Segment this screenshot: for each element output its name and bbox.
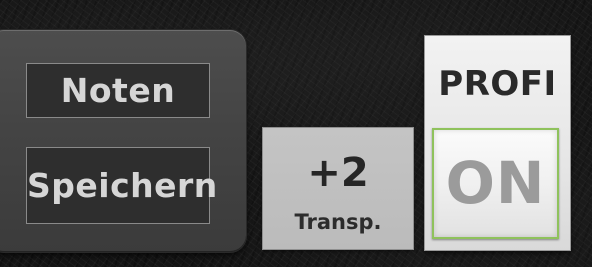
profi-title: PROFI bbox=[438, 64, 557, 104]
save-notes-panel[interactable]: Noten Speichern bbox=[0, 30, 246, 252]
profi-on-label: ON bbox=[445, 149, 546, 217]
profi-on-button[interactable]: ON bbox=[432, 128, 559, 239]
save-notes-label-noten[interactable]: Noten bbox=[26, 63, 210, 118]
transpose-label: Transp. bbox=[294, 210, 382, 234]
transpose-value: +2 bbox=[307, 150, 369, 196]
save-notes-label-speichern[interactable]: Speichern bbox=[26, 147, 217, 224]
profi-toggle-panel: PROFI ON bbox=[425, 36, 570, 250]
transpose-display[interactable]: +2 Transp. bbox=[263, 128, 413, 249]
